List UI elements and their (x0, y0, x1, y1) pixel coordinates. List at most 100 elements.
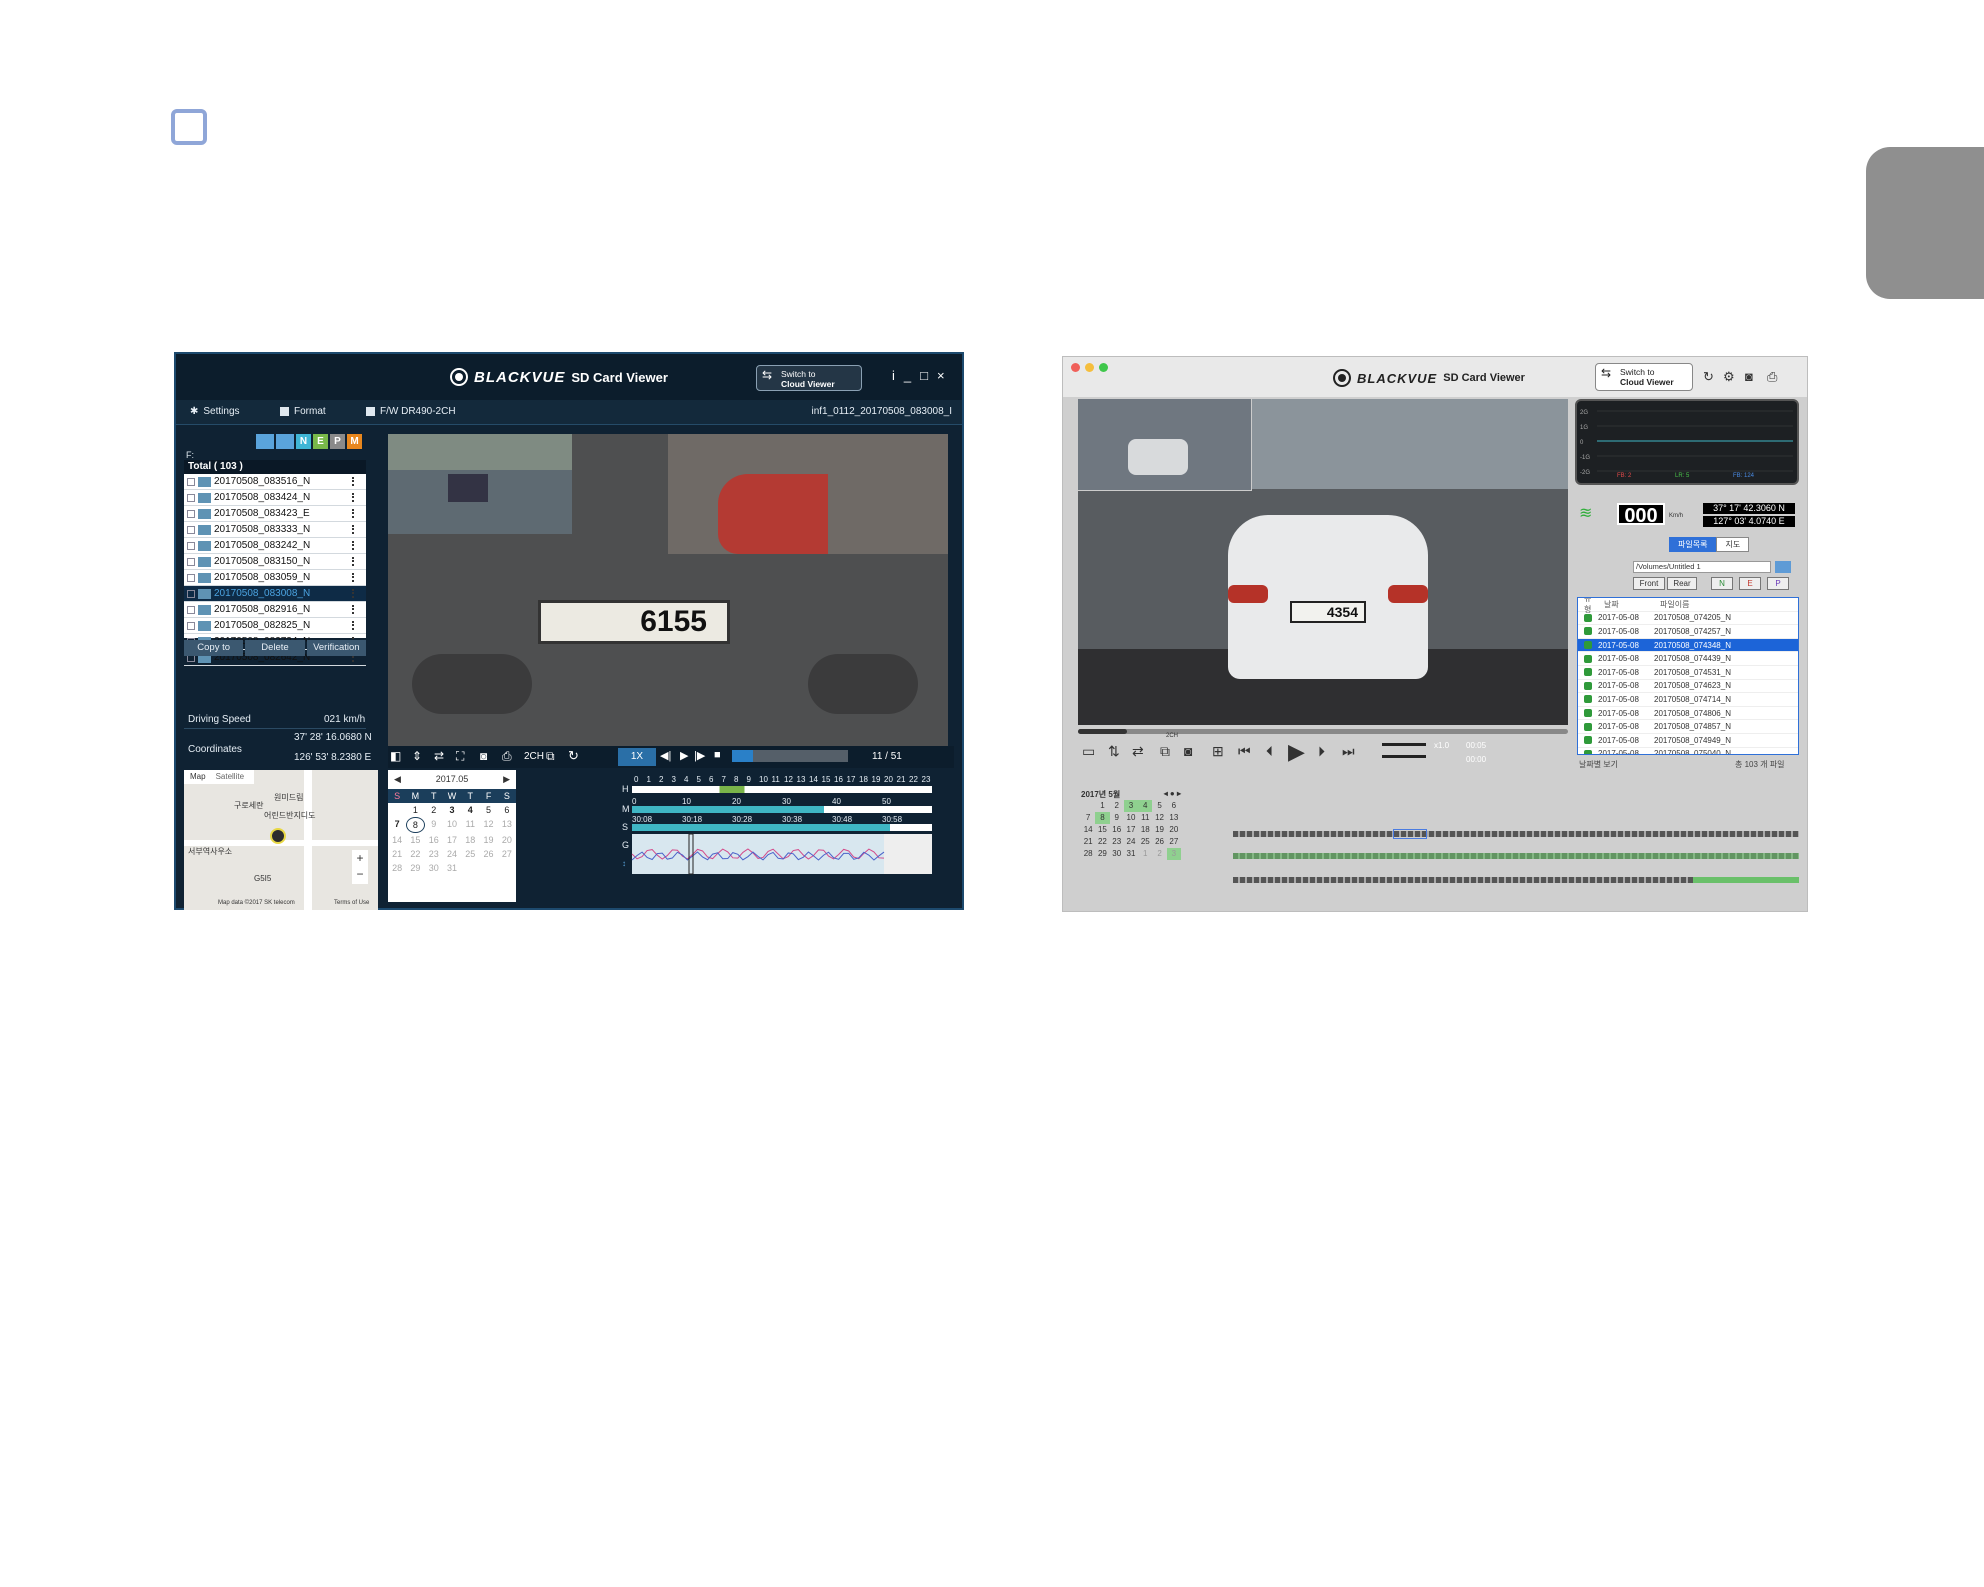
calendar-day[interactable]: 20 (1167, 824, 1181, 836)
calendar-day[interactable]: 6 (1167, 800, 1181, 812)
calendar-day[interactable]: 13 (1167, 812, 1181, 824)
zoom-in-icon[interactable]: + (352, 850, 368, 866)
settings-icon[interactable]: ⚙ (1723, 369, 1735, 385)
table-row[interactable]: 20170508_083242_N (184, 538, 366, 554)
rear-filter-icon[interactable] (276, 434, 294, 449)
format-button[interactable]: Format (280, 406, 326, 417)
calendar-day[interactable]: 27 (498, 847, 516, 861)
zoom-dot-icon[interactable] (1099, 363, 1108, 372)
table-row[interactable]: 20170508_083333_N (184, 522, 366, 538)
table-row[interactable]: 20170508_083423_E (184, 506, 366, 522)
calendar-day[interactable]: 23 (425, 847, 443, 861)
switch-to-cloud-viewer-button[interactable]: ⇆ Switch to Cloud Viewer (756, 365, 862, 391)
calendar-day[interactable]: 25 (461, 847, 479, 861)
calendar-day[interactable]: 2 (1152, 848, 1166, 860)
mac-seek-bar[interactable] (1078, 729, 1568, 734)
map-view[interactable]: Map Satellite 원미드림 구로세란 어린드반지디도 G5I5 서부역… (184, 770, 378, 910)
rotate-icon[interactable]: ⇄ (434, 749, 444, 763)
list-item[interactable]: 2017-05-08 20170508_074439_N (1578, 652, 1798, 666)
verification-button[interactable]: Verification (306, 640, 366, 656)
camera-icon[interactable]: ◙ (480, 749, 487, 763)
filter-n-button[interactable]: N (296, 434, 311, 449)
calendar-day[interactable]: 1 (406, 803, 424, 817)
calendar-day[interactable]: 16 (1110, 824, 1124, 836)
skip-forward-icon[interactable]: ⏭ (1342, 743, 1355, 760)
speed-slider[interactable] (1382, 755, 1426, 758)
copy-to-button[interactable]: Copy to (184, 640, 244, 656)
row-checkbox[interactable] (187, 525, 195, 534)
row-checkbox[interactable] (187, 589, 195, 598)
next-icon[interactable]: ⏵ (1318, 743, 1325, 760)
front-filter-icon[interactable] (256, 434, 274, 449)
refresh-icon[interactable]: ↻ (1703, 369, 1714, 385)
list-item[interactable]: 2017-05-08 20170508_074714_N (1578, 693, 1798, 707)
list-item[interactable]: 2017-05-08 20170508_074348_N (1578, 638, 1798, 653)
calendar-day[interactable]: 27 (1167, 836, 1181, 848)
table-row[interactable]: 20170508_083516_N (184, 474, 366, 490)
calendar-day[interactable]: 7 (1081, 812, 1095, 824)
row-checkbox[interactable] (187, 541, 195, 550)
filter-n-button[interactable]: N (1711, 577, 1733, 590)
calendar-day[interactable]: 30 (1110, 848, 1124, 860)
row-menu-icon[interactable] (352, 589, 356, 598)
calendar-day[interactable]: 14 (388, 833, 406, 847)
list-item[interactable]: 2017-05-08 20170508_074623_N (1578, 680, 1798, 694)
fullscreen-icon[interactable]: ⛶ (456, 749, 464, 764)
calendar-day[interactable]: 23 (1110, 836, 1124, 848)
filter-e-button[interactable]: E (1739, 577, 1761, 590)
calendar-day[interactable]: 1 (1095, 800, 1109, 812)
calendar-day[interactable]: 22 (406, 847, 424, 861)
calendar-day[interactable]: 29 (1095, 848, 1109, 860)
table-row[interactable]: 20170508_082916_N (184, 602, 366, 618)
filter-e-button[interactable]: E (313, 434, 328, 449)
calendar-day[interactable]: 15 (1095, 824, 1109, 836)
row-menu-icon[interactable] (352, 525, 356, 534)
prev-frame-icon[interactable]: ◀| (660, 749, 671, 762)
map-tab[interactable]: Map (184, 770, 212, 784)
calendar-day[interactable]: 2 (425, 803, 443, 817)
row-checkbox[interactable] (187, 573, 195, 582)
calendar-day[interactable]: 28 (1081, 848, 1095, 860)
flip-icon[interactable]: ⇅ (1108, 743, 1120, 760)
minimize-icon[interactable]: _ (904, 368, 920, 383)
zoom-out-icon[interactable]: − (352, 866, 368, 882)
list-item[interactable]: 2017-05-08 20170508_074949_N (1578, 734, 1798, 748)
calendar-day[interactable]: 4 (1138, 800, 1153, 812)
calendar-day[interactable]: 9 (1110, 812, 1124, 824)
table-row[interactable]: 20170508_083150_N (184, 554, 366, 570)
date-view-toggle[interactable]: 날짜별 보기 (1579, 759, 1618, 770)
grid-icon[interactable]: ⊞ (1212, 743, 1224, 760)
tab-map[interactable]: 지도 (1716, 537, 1750, 552)
row-menu-icon[interactable] (352, 573, 356, 582)
calendar-day[interactable]: 8 (1095, 812, 1110, 824)
table-row[interactable]: 20170508_083424_N (184, 490, 366, 506)
swap-icon[interactable]: ◙ (1184, 743, 1192, 759)
calendar-day[interactable]: 15 (406, 833, 424, 847)
calendar-day[interactable]: 17 (443, 833, 461, 847)
calendar-day[interactable]: 21 (388, 847, 406, 861)
next-month-icon[interactable]: ▶ (503, 774, 510, 785)
flip-icon[interactable]: ⇕ (412, 749, 422, 763)
rear-camera-pip[interactable] (1078, 399, 1252, 491)
calendar-day[interactable]: 16 (425, 833, 443, 847)
prev-icon[interactable]: ⏴ (1266, 743, 1273, 760)
filter-p-button[interactable]: P (330, 434, 345, 449)
row-menu-icon[interactable] (352, 605, 356, 614)
open-folder-icon[interactable]: ▭ (1082, 743, 1095, 760)
list-item[interactable]: 2017-05-08 20170508_074806_N (1578, 707, 1798, 721)
front-video-player[interactable]: 6155 (388, 434, 948, 746)
delete-button[interactable]: Delete (245, 640, 305, 656)
list-item[interactable]: 2017-05-08 20170508_074205_N (1578, 612, 1798, 626)
row-checkbox[interactable] (187, 493, 195, 502)
row-menu-icon[interactable] (352, 493, 356, 502)
calendar-day[interactable]: 3 (443, 803, 461, 817)
print-icon[interactable]: ⎙ (1767, 369, 1777, 385)
calendar-day[interactable]: 2 (1110, 800, 1124, 812)
calendar-day[interactable]: 13 (498, 817, 516, 831)
channel-switch-icon[interactable]: ⧉ (546, 749, 555, 764)
stop-icon[interactable]: ■ (714, 749, 721, 761)
folder-path[interactable]: /Volumes/Untitled 1 (1633, 561, 1771, 573)
row-menu-icon[interactable] (352, 541, 356, 550)
calendar-day[interactable]: 24 (443, 847, 461, 861)
prev-month-icon[interactable]: ◀ (394, 774, 401, 785)
